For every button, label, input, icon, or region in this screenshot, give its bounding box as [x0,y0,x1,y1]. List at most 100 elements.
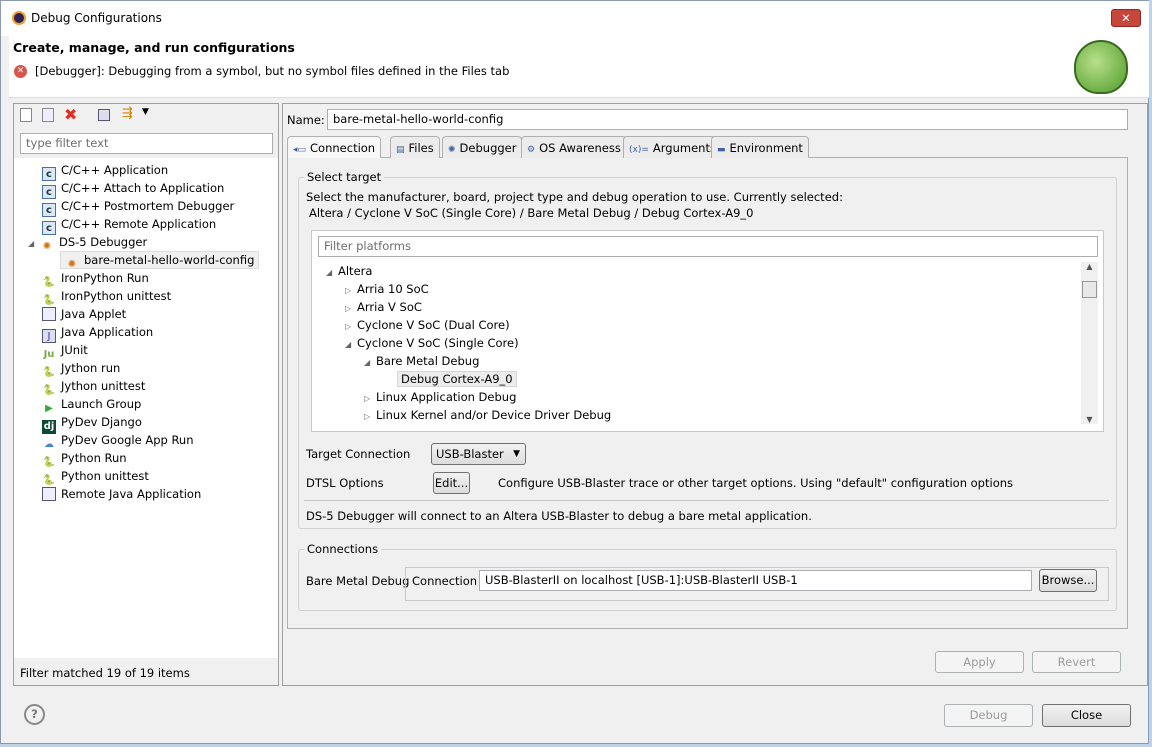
config-item-label: C/C++ Attach to Application [61,181,225,195]
config-item-label: C/C++ Remote Application [61,217,217,231]
filter-icon[interactable]: ⇶ [122,106,133,121]
files-icon: ▤ [396,145,405,155]
tab-connection[interactable]: ◂▭ Connection [287,136,382,158]
title-bar: Debug Configurations ✕ [1,1,1149,36]
browse-button[interactable]: Browse... [1039,569,1097,592]
target-connection-label: Target Connection [306,447,411,461]
config-item[interactable]: ☁ PyDev Google App Run [42,431,194,450]
dtsl-description: Configure USB-Blaster trace or other tar… [498,476,1014,490]
help-icon[interactable]: ? [24,704,45,725]
config-item[interactable]: 🐍 Jython run [42,359,121,378]
platform-tree-item[interactable]: ▷ Arria V SoC [345,298,422,316]
tab-files[interactable]: ▤ Files [390,136,440,158]
config-item[interactable]: 🐍 IronPython Run [42,269,149,288]
config-item-label: DS-5 Debugger [59,235,148,249]
config-item[interactable]: 🐍 Python Run [42,449,127,468]
tab-label: Connection [310,141,376,155]
config-item-label: IronPython unittest [61,289,172,303]
platform-tree-item[interactable]: ▷ Linux Application Debug [364,388,516,406]
eclipse-icon [12,11,26,25]
remote-java-icon [42,487,56,501]
filter-input[interactable]: type filter text [20,133,273,154]
ds5-icon: ✺ [42,241,52,252]
tab-debugger[interactable]: ✺ Debugger [442,136,523,158]
name-input[interactable]: bare-metal-hello-world-config [327,109,1128,130]
edit-dtsl-button[interactable]: Edit... [433,472,470,494]
tab-arguments[interactable]: (x)= Arguments [623,136,722,158]
dialog-header: Create, manage, and run configurations ✕… [9,36,1149,98]
dialog-window: Debug Configurations ✕ Create, manage, a… [0,0,1149,744]
new-config-icon[interactable] [20,108,32,122]
duplicate-icon[interactable] [42,108,54,122]
config-item-label: C/C++ Application [61,163,169,177]
config-item-label: JUnit [61,343,88,357]
platform-tree-label: Linux Kernel and/or Device Driver Debug [376,408,612,422]
os-awareness-icon: ⚙ [527,145,536,155]
platform-tree-item[interactable]: ◢ Cyclone V SoC (Single Core) [345,334,519,352]
config-item-label: Java Applet [61,307,127,321]
config-item[interactable]: Ju JUnit [42,341,88,360]
collapse-icon[interactable]: ◢ [326,264,338,282]
close-window-button[interactable]: ✕ [1111,9,1141,27]
tab-label: Arguments [652,141,716,155]
config-item[interactable]: ▶ Launch Group [42,395,142,414]
tab-label: Debugger [459,141,517,155]
platform-tree-item[interactable]: ▷ Cyclone V SoC (Dual Core) [345,316,510,334]
apply-button[interactable]: Apply [935,651,1024,673]
applet-icon [42,307,56,321]
current-selection: Altera / Cyclone V SoC (Single Core) / B… [309,206,754,220]
config-item[interactable]: 🐍 Python unittest [42,467,149,486]
config-item[interactable]: ✺ bare-metal-hello-world-config [60,251,260,270]
revert-button[interactable]: Revert [1032,651,1121,673]
platform-tree-label: Bare Metal Debug [376,354,480,368]
platform-tree-item[interactable]: ◢ Altera [326,262,372,280]
scrollbar[interactable]: ▲ ▼ [1081,262,1098,424]
config-item[interactable]: c C/C++ Application [42,161,169,181]
tab-label: Files [408,141,434,155]
config-item[interactable]: c C/C++ Postmortem Debugger [42,197,234,217]
tab-os-awareness[interactable]: ⚙ OS Awareness [521,136,627,158]
connection-label: Connection [412,574,478,588]
config-item[interactable]: Java Applet [42,305,126,323]
config-item[interactable]: Remote Java Application [42,485,201,503]
target-connection-select[interactable]: USB-Blaster ▼ [431,443,526,465]
config-item[interactable]: c C/C++ Remote Application [42,215,217,235]
bug-icon [1074,40,1128,94]
platform-tree-item[interactable]: ◢ Bare Metal Debug [364,352,479,370]
config-item[interactable]: dj PyDev Django [42,413,142,434]
select-target-description: Select the manufacturer, board, project … [306,190,843,204]
expand-icon[interactable]: ◢ [28,235,40,253]
collapse-icon[interactable]: ◢ [345,336,357,354]
config-item[interactable]: c C/C++ Attach to Application [42,179,225,199]
collapse-icon[interactable]: ◢ [364,354,376,372]
close-button[interactable]: Close [1042,704,1131,727]
config-list-panel: ✖ ⇶ ▼ type filter text c C/C++ Applicatio… [13,103,279,686]
config-item-label: Launch Group [61,397,142,411]
filter-platforms-input[interactable]: Filter platforms [318,236,1098,257]
debug-button[interactable]: Debug [944,704,1033,727]
platform-tree-item[interactable]: ▷ Linux Kernel and/or Device Driver Debug [364,406,611,424]
platform-tree-item[interactable]: Debug Cortex-A9_0 [397,370,517,388]
tab-environment[interactable]: ▬ Environment [711,136,809,158]
scrollbar-thumb[interactable] [1082,281,1097,298]
dtsl-options-label: DTSL Options [306,476,384,490]
config-item-label: Remote Java Application [61,487,202,501]
collapse-all-icon[interactable] [98,109,110,121]
config-item[interactable]: 🐍 Jython unittest [42,377,146,396]
chevron-down-icon[interactable]: ▼ [142,107,149,117]
platform-tree-label: Cyclone V SoC (Dual Core) [357,318,510,332]
connection-input[interactable]: USB-BlasterII on localhost [USB-1]:USB-B… [479,570,1032,591]
platform-tree-label: Debug Cortex-A9_0 [397,371,517,387]
platform-tree-label: Cyclone V SoC (Single Core) [357,336,519,350]
config-item[interactable]: 🐍 IronPython unittest [42,287,172,306]
select-target-label: Select target [304,170,385,184]
target-connection-value: USB-Blaster [436,447,504,461]
delete-icon[interactable]: ✖ [64,105,77,124]
config-item-label: IronPython Run [61,271,149,285]
config-item[interactable]: J Java Application [42,323,153,343]
connection-icon: ◂▭ [293,145,307,155]
platform-tree-item[interactable]: ▷ Arria 10 SoC [345,280,429,298]
expand-icon[interactable]: ▷ [364,408,376,426]
config-item[interactable]: ◢ ✺ DS-5 Debugger [28,233,148,252]
bare-metal-debug-label: Bare Metal Debug [306,574,410,588]
